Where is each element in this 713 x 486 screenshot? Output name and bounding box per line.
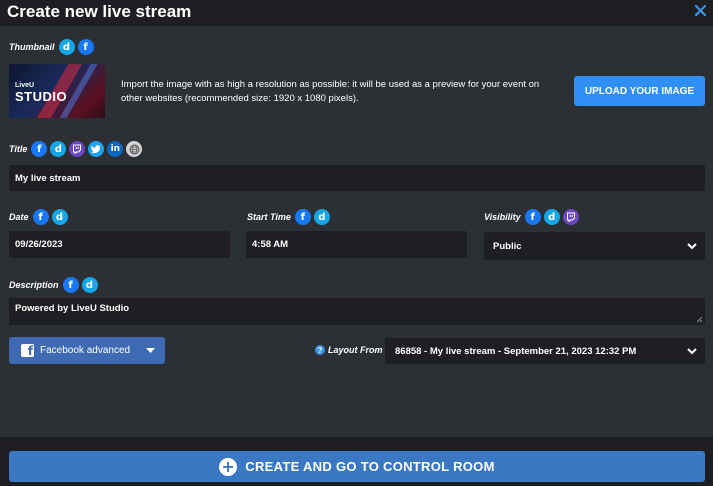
thumbnail-label-group: Thumbnail d f — [9, 39, 94, 55]
description-value: Powered by LiveU Studio — [15, 303, 130, 314]
description-label-group: Description f d — [9, 277, 98, 293]
facebook-icon: f — [32, 209, 49, 225]
title-label: Title — [9, 144, 28, 154]
thumbnail-label: Thumbnail — [9, 42, 55, 52]
title-input[interactable]: My live stream — [9, 165, 705, 191]
plus-circle-icon: + — [219, 457, 238, 476]
help-icon[interactable]: ? — [315, 345, 325, 355]
date-label: Date — [9, 212, 29, 222]
thumbnail-brand-line1: LiveU — [15, 82, 35, 89]
upload-image-button[interactable]: UPLOAD YOUR IMAGE — [574, 76, 705, 106]
visibility-value: Public — [493, 240, 522, 252]
facebook-icon: f — [77, 39, 94, 55]
create-and-go-button[interactable]: + CREATE AND GO TO CONTROL ROOM — [9, 451, 705, 482]
caret-down-icon — [146, 348, 155, 353]
thumbnail-preview[interactable]: LiveU STUDIO — [9, 64, 105, 118]
facebook-icon: f — [294, 209, 311, 225]
twitch-icon — [69, 141, 86, 157]
dailymotion-icon: d — [51, 209, 68, 225]
facebook-icon: f — [62, 277, 79, 293]
description-textarea[interactable]: Powered by LiveU Studio — [9, 298, 705, 325]
dailymotion-icon: d — [58, 39, 75, 55]
window-title: Create new live stream — [7, 2, 192, 21]
thumbnail-description: Import the image with as high a resoluti… — [121, 79, 540, 104]
facebook-square-icon: f — [21, 344, 34, 357]
date-input[interactable]: 09/26/2023 — [9, 231, 230, 258]
start-time-label-group: Start Time f d — [247, 209, 330, 225]
dailymotion-icon: d — [50, 141, 67, 157]
facebook-advanced-label: Facebook advanced — [40, 345, 131, 356]
twitch-icon — [562, 209, 579, 225]
facebook-advanced-button[interactable]: f Facebook advanced — [9, 337, 165, 364]
create-button-label: CREATE AND GO TO CONTROL ROOM — [245, 459, 495, 474]
visibility-label: Visibility — [484, 212, 521, 222]
dailymotion-icon: d — [313, 209, 330, 225]
title-label-group: Title f d in — [9, 141, 143, 157]
layout-from-label-group: ? Layout From — [315, 345, 383, 355]
start-time-input[interactable]: 4:58 AM — [246, 231, 467, 258]
dailymotion-icon: d — [81, 277, 98, 293]
resize-grip-icon[interactable] — [696, 316, 703, 323]
start-time-label: Start Time — [247, 212, 291, 222]
linkedin-icon: in — [107, 141, 124, 157]
visibility-select[interactable]: Public — [484, 232, 705, 260]
layout-from-label: Layout From — [328, 345, 383, 355]
layout-from-value: 86858 - My live stream - September 21, 2… — [395, 345, 637, 357]
description-label: Description — [9, 280, 59, 290]
facebook-icon: f — [524, 209, 541, 225]
globe-icon — [126, 141, 143, 157]
date-label-group: Date f d — [9, 209, 68, 225]
chevron-down-icon — [687, 243, 697, 250]
layout-from-select[interactable]: 86858 - My live stream - September 21, 2… — [385, 338, 705, 364]
visibility-label-group: Visibility f d — [484, 209, 579, 225]
dailymotion-icon: d — [543, 209, 560, 225]
thumbnail-brand-line2: STUDIO — [15, 89, 68, 104]
chevron-down-icon — [687, 348, 697, 355]
close-icon[interactable] — [693, 3, 707, 17]
twitter-icon — [88, 141, 105, 157]
facebook-icon: f — [31, 141, 48, 157]
